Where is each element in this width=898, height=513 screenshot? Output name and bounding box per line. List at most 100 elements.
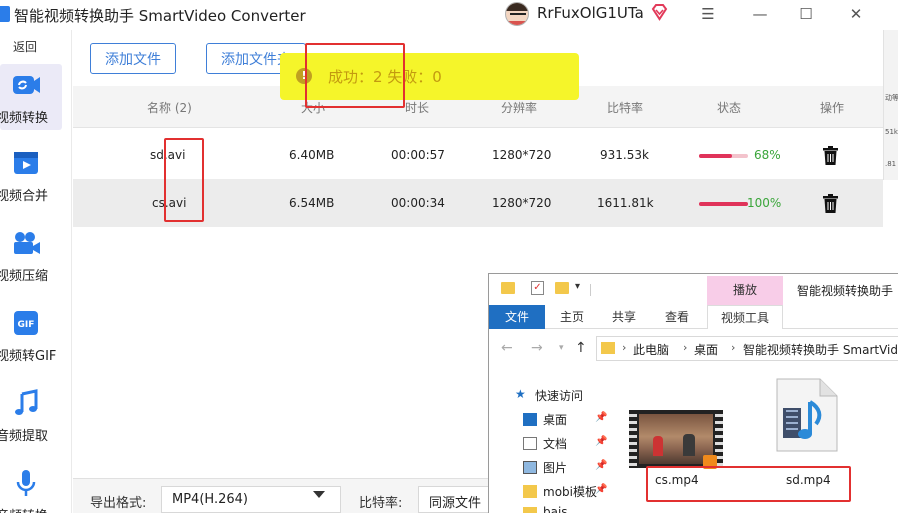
path-segment[interactable]: 桌面 bbox=[694, 341, 718, 358]
sidebar-item-audio-extract[interactable]: 音频提取 bbox=[0, 382, 62, 448]
properties-icon[interactable]: ✓ bbox=[531, 281, 544, 295]
progress-percent: 100% bbox=[747, 196, 782, 210]
customize-arrow-icon[interactable]: ▾ bbox=[575, 281, 580, 292]
col-bitrate: 比特率 bbox=[607, 101, 644, 115]
chevron-down-icon[interactable] bbox=[313, 491, 325, 498]
path-segment[interactable]: 此电脑 bbox=[633, 341, 669, 358]
pin-icon[interactable]: 📌 bbox=[595, 436, 607, 447]
context-tab-play[interactable]: 播放 bbox=[707, 276, 783, 305]
back-arrow-icon[interactable]: ← bbox=[501, 340, 513, 356]
folder-icon bbox=[601, 342, 615, 354]
sidebar-item-label: 视频转换 bbox=[0, 111, 49, 126]
col-duration: 时长 bbox=[405, 101, 430, 115]
side-scroll-strip bbox=[883, 30, 898, 180]
nav-label: 图片 bbox=[543, 461, 568, 475]
nav-label: 桌面 bbox=[543, 413, 568, 427]
highlight-box bbox=[305, 43, 405, 108]
address-path[interactable]: › 此电脑 › 桌面 › 智能视频转换助手 SmartVide bbox=[596, 336, 898, 361]
maximize-icon[interactable]: ☐ bbox=[786, 0, 826, 28]
file-resolution: 1280*720 bbox=[492, 196, 552, 210]
col-resolution: 分辨率 bbox=[501, 101, 538, 115]
desktop-icon bbox=[523, 413, 537, 426]
nav-label: 快速访问 bbox=[535, 389, 584, 403]
progress-bar bbox=[699, 202, 748, 206]
sidebar-item-audio-convert[interactable]: 音频转换 bbox=[0, 462, 62, 513]
trash-icon[interactable] bbox=[822, 146, 839, 165]
explorer-title: 智能视频转换助手 bbox=[797, 284, 894, 298]
chevron-right-icon: › bbox=[622, 341, 627, 354]
tab-view[interactable]: 查看 bbox=[656, 305, 698, 329]
back-button[interactable]: 返回 bbox=[0, 38, 50, 55]
file-bitrate: 931.53k bbox=[600, 148, 649, 162]
sidebar-item-label: 视频压缩 bbox=[0, 269, 49, 284]
nav-label: mobi模板 bbox=[543, 485, 597, 499]
chevron-right-icon: › bbox=[731, 341, 736, 354]
progress-fill bbox=[699, 202, 748, 206]
film-strip bbox=[629, 410, 637, 468]
sidebar-item-label: 音频转换 bbox=[0, 505, 66, 513]
add-file-button[interactable]: 添加文件 bbox=[90, 43, 176, 74]
address-bar: ← → ▾ ↑ › 此电脑 › 桌面 › 智能视频转换助手 SmartVide bbox=[489, 336, 898, 362]
progress-bar bbox=[699, 154, 748, 158]
tab-video-tools[interactable]: 视频工具 bbox=[707, 305, 783, 329]
file-duration: 00:00:34 bbox=[391, 196, 445, 210]
highlight-box bbox=[646, 466, 851, 502]
music-note-icon bbox=[15, 389, 38, 415]
user-avatar[interactable] bbox=[505, 2, 529, 26]
sidebar-item-video-gif[interactable]: GIF 视频转GIF bbox=[0, 302, 62, 368]
title-bar: 智能视频转换助手 SmartVideo Converter RrFuxOlG1U… bbox=[0, 0, 898, 30]
vip-diamond-icon[interactable] bbox=[651, 4, 668, 21]
format-label: 导出格式: bbox=[90, 496, 147, 511]
menu-icon[interactable]: ☰ bbox=[688, 0, 728, 28]
format-value: MP4(H.264) bbox=[172, 492, 248, 507]
up-arrow-icon[interactable]: ↑ bbox=[575, 340, 587, 356]
minimize-icon[interactable]: — bbox=[740, 0, 780, 28]
close-icon[interactable]: ✕ bbox=[836, 0, 876, 28]
sidebar-item-video-merge[interactable]: 视频合并 bbox=[0, 142, 62, 208]
forward-arrow-icon[interactable]: → bbox=[531, 340, 543, 356]
app-logo-icon bbox=[0, 6, 10, 22]
sidebar-item-video-convert[interactable]: 视频转换 bbox=[0, 64, 62, 130]
nav-label: 文档 bbox=[543, 437, 568, 451]
video-file-icon[interactable] bbox=[776, 378, 838, 452]
app-title: 智能视频转换助手 SmartVideo Converter bbox=[14, 7, 306, 25]
sidebar-item-video-compress[interactable]: 视频压缩 bbox=[0, 222, 62, 288]
video-convert-icon bbox=[13, 76, 40, 94]
chevron-right-icon: › bbox=[683, 341, 688, 354]
pin-icon[interactable]: 📌 bbox=[595, 484, 607, 495]
video-compress-icon bbox=[14, 232, 40, 254]
trash-icon[interactable] bbox=[822, 194, 839, 213]
pin-icon[interactable]: 📌 bbox=[595, 412, 607, 423]
tab-file[interactable]: 文件 bbox=[489, 305, 545, 329]
thumbnail-image bbox=[639, 414, 713, 464]
star-icon: ★ bbox=[515, 387, 526, 401]
file-size: 6.40MB bbox=[289, 148, 335, 162]
strip-text: 动等 bbox=[885, 94, 898, 102]
folder-icon bbox=[523, 485, 537, 498]
video-merge-icon bbox=[14, 152, 38, 174]
microphone-icon bbox=[16, 470, 36, 496]
bitrate-value: 同源文件 bbox=[429, 496, 482, 511]
highlight-box bbox=[164, 138, 204, 222]
ribbon-tabs: 文件 主页 共享 查看 视频工具 bbox=[489, 305, 898, 329]
nav-label: bais bbox=[543, 505, 568, 513]
path-segment[interactable]: 智能视频转换助手 SmartVide bbox=[743, 341, 898, 358]
svg-text:GIF: GIF bbox=[18, 320, 35, 330]
tab-share[interactable]: 共享 bbox=[603, 305, 645, 329]
divider bbox=[590, 284, 591, 296]
col-status: 状态 bbox=[717, 101, 742, 115]
strip-text: .81 bbox=[885, 160, 897, 168]
strip-text: 51k bbox=[885, 128, 898, 136]
sidebar-item-label: 视频转GIF bbox=[0, 349, 57, 364]
tab-home[interactable]: 主页 bbox=[551, 305, 593, 329]
folder-icon bbox=[523, 507, 537, 513]
new-folder-icon[interactable] bbox=[555, 282, 569, 294]
user-name[interactable]: RrFuxOlG1UTa bbox=[537, 4, 644, 22]
col-action: 操作 bbox=[820, 101, 845, 115]
pin-icon[interactable]: 📌 bbox=[595, 460, 607, 471]
quick-access-toolbar: ✓ ▾ 播放 智能视频转换助手 bbox=[489, 274, 898, 305]
progress-fill bbox=[699, 154, 733, 158]
file-size: 6.54MB bbox=[289, 196, 335, 210]
recent-chevron-icon[interactable]: ▾ bbox=[559, 343, 564, 353]
col-name[interactable]: 名称 (2) bbox=[147, 99, 192, 116]
